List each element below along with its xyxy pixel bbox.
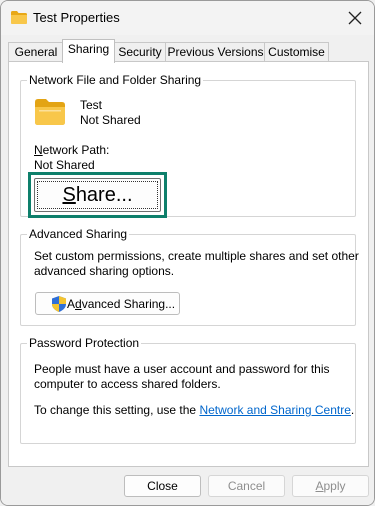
network-path-label-rest: etwork Path:	[42, 143, 110, 157]
close-window-button[interactable]	[342, 5, 368, 31]
apply-accesskey: A	[315, 479, 324, 493]
tab-general[interactable]: General	[8, 42, 64, 62]
share-button-label: Share...	[62, 184, 132, 206]
advanced-sharing-group: Advanced Sharing Set custom permissions,…	[20, 227, 359, 326]
apply-button[interactable]: Apply	[292, 475, 369, 497]
password-protection-legend: Password Protection	[27, 336, 142, 350]
advanced-sharing-button[interactable]: Advanced Sharing...	[35, 292, 180, 315]
line3-prefix: To change this setting, use the	[34, 403, 200, 417]
tab-customise[interactable]: Customise	[264, 42, 329, 62]
folder-name: Test	[80, 98, 103, 112]
advanced-sharing-description-line2: advanced sharing options.	[34, 264, 175, 278]
dialog-footer: Close Cancel Apply	[1, 467, 374, 505]
advanced-sharing-accesskey: d	[75, 297, 82, 311]
folder-icon	[35, 99, 65, 125]
properties-dialog: Test Properties General Sharing Security…	[0, 0, 375, 506]
close-icon	[348, 11, 362, 25]
apply-label-rest: pply	[323, 479, 346, 493]
password-protection-group: Password Protection People must have a u…	[20, 336, 356, 444]
line3-suffix: .	[350, 403, 355, 417]
advanced-sharing-button-label: Advanced Sharing...	[67, 297, 175, 311]
network-sharing-group: Network File and Folder Sharing Test Not…	[20, 73, 356, 218]
sharing-tab-panel: Network File and Folder Sharing Test Not…	[8, 61, 369, 467]
tab-security[interactable]: Security	[113, 42, 167, 62]
network-path-label: Network Path:	[34, 143, 109, 157]
tab-sharing[interactable]: Sharing	[62, 39, 115, 63]
share-accesskey: S	[62, 184, 76, 206]
password-protection-line3: To change this setting, use the Network …	[34, 403, 354, 417]
network-path-accesskey: N	[34, 143, 43, 157]
uac-shield-icon	[52, 296, 66, 312]
advanced-sharing-label-rest: vanced Sharing...	[81, 297, 176, 311]
network-sharing-centre-link[interactable]: Network and Sharing Centre	[199, 403, 350, 417]
cancel-button[interactable]: Cancel	[208, 475, 285, 497]
share-label-rest: hare...	[75, 184, 133, 206]
advanced-sharing-label-start: A	[67, 297, 76, 311]
network-sharing-legend: Network File and Folder Sharing	[27, 73, 204, 87]
password-protection-line1: People must have a user account and pass…	[34, 362, 330, 376]
share-button-highlight: Share...	[28, 172, 167, 218]
title-bar: Test Properties	[1, 1, 374, 35]
window-title: Test Properties	[33, 10, 120, 25]
close-button[interactable]: Close	[124, 475, 201, 497]
password-protection-line2: computer to access shared folders.	[34, 377, 221, 391]
advanced-sharing-description-line1: Set custom permissions, create multiple …	[34, 249, 359, 263]
network-path-value: Not Shared	[34, 158, 95, 172]
folder-icon	[11, 11, 27, 24]
share-button[interactable]: Share...	[34, 178, 161, 212]
folder-share-status: Not Shared	[80, 113, 141, 127]
tab-previous-versions[interactable]: Previous Versions	[165, 42, 266, 62]
advanced-sharing-legend: Advanced Sharing	[27, 227, 130, 241]
